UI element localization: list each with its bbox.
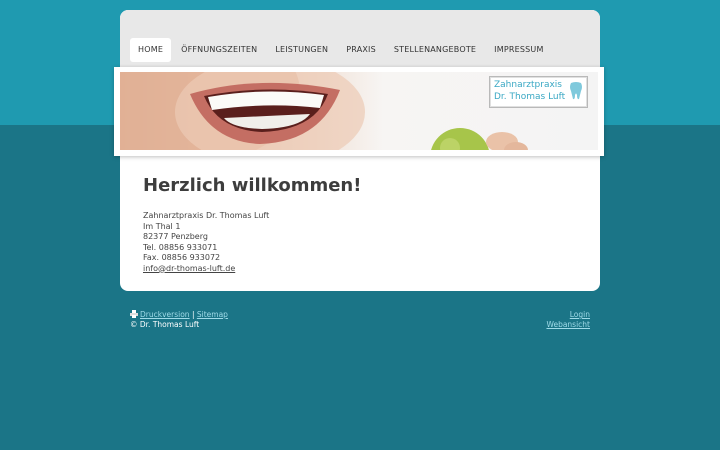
nav-item-leistungen[interactable]: LEISTUNGEN (267, 38, 336, 62)
practice-logo: Zahnarztpraxis Dr. Thomas Luft (489, 76, 588, 108)
footer-separator: | (191, 310, 195, 319)
footer-right: Login Webansicht (546, 310, 590, 330)
header-banner-image: Zahnarztpraxis Dr. Thomas Luft (120, 72, 598, 150)
webview-link[interactable]: Webansicht (546, 320, 590, 329)
nav-item-stellenangebote[interactable]: STELLENANGEBOTE (386, 38, 484, 62)
main-nav: HOME ÖFFNUNGSZEITEN LEISTUNGEN PRAXIS ST… (130, 38, 554, 62)
page-card: HOME ÖFFNUNGSZEITEN LEISTUNGEN PRAXIS ST… (114, 10, 604, 291)
nav-item-home[interactable]: HOME (130, 38, 172, 62)
sitemap-link[interactable]: Sitemap (197, 310, 228, 319)
nav-item-praxis[interactable]: PRAXIS (338, 38, 384, 62)
address-line-name: Zahnarztpraxis Dr. Thomas Luft (143, 211, 270, 220)
address-line-city: 82377 Penzberg (143, 232, 208, 241)
nav-item-impressum[interactable]: IMPRESSUM (486, 38, 551, 62)
email-link[interactable]: info@dr-thomas-luft.de (143, 264, 235, 273)
printer-icon (130, 310, 138, 318)
footer-left: Druckversion | Sitemap © Dr. Thomas Luft (130, 310, 228, 330)
banner-frame: Zahnarztpraxis Dr. Thomas Luft (114, 67, 604, 156)
login-link[interactable]: Login (570, 310, 590, 319)
address-fax: Fax. 08856 933072 (143, 253, 221, 262)
nav-item-oeffnungszeiten[interactable]: ÖFFNUNGSZEITEN (173, 38, 265, 62)
main-content: Herzlich willkommen! Zahnarztpraxis Dr. … (143, 175, 573, 274)
copyright-text: © Dr. Thomas Luft (130, 320, 200, 329)
footer-links: Druckversion | Sitemap (130, 310, 228, 320)
print-version-link[interactable]: Druckversion (140, 310, 190, 319)
address-phone: Tel. 08856 933071 (143, 242, 218, 252)
page-title: Herzlich willkommen! (143, 175, 362, 196)
logo-title: Zahnarztpraxis (494, 80, 563, 90)
navigation-bar: HOME ÖFFNUNGSZEITEN LEISTUNGEN PRAXIS ST… (120, 10, 600, 72)
address-email-line: info@dr-thomas-luft.de (143, 264, 573, 275)
address-line-street: Im Thal 1 (143, 221, 181, 231)
logo-subtitle: Dr. Thomas Luft (494, 92, 566, 102)
tooth-icon (570, 82, 582, 100)
contact-address: Zahnarztpraxis Dr. Thomas Luft Im Thal 1… (143, 211, 573, 274)
